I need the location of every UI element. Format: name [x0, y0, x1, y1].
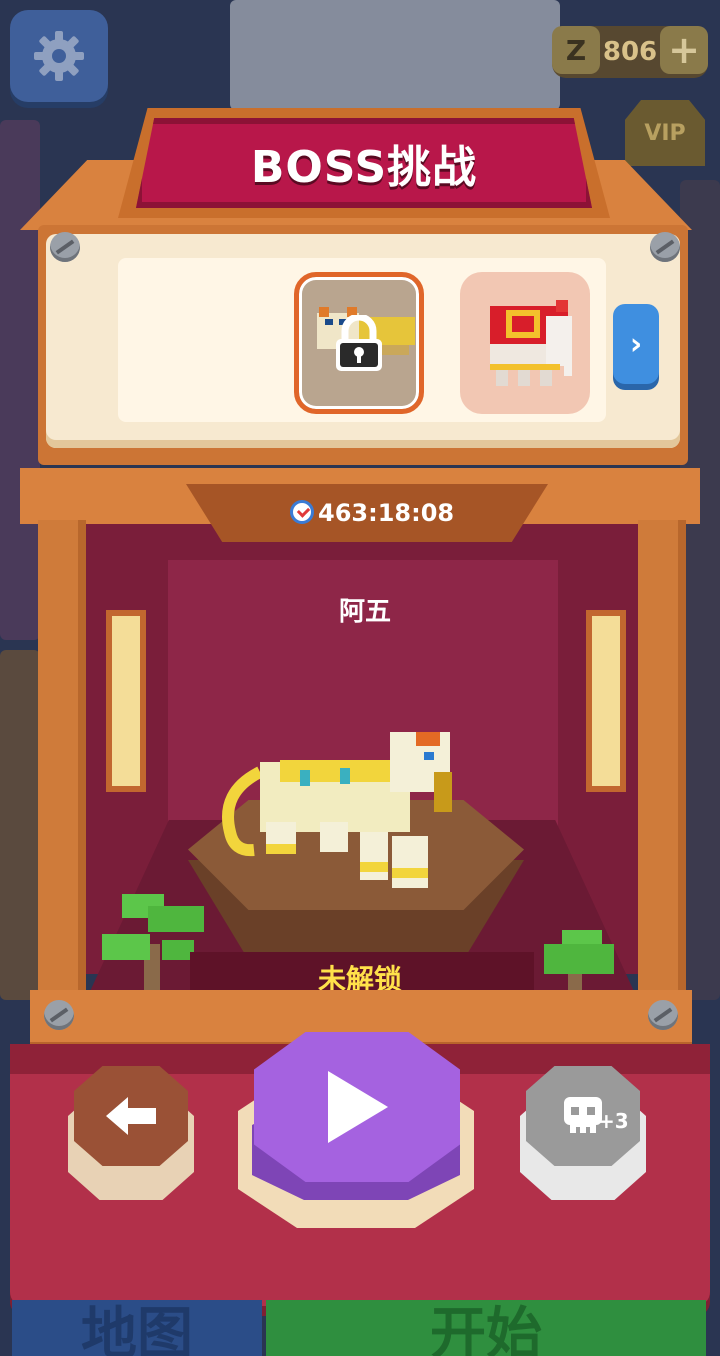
coin-count: 806	[602, 37, 658, 67]
bolt-icon	[44, 1000, 74, 1030]
play-icon	[328, 1071, 388, 1143]
tab-start[interactable]: 开始	[266, 1300, 706, 1356]
page-title: BOSS挑战	[136, 118, 592, 208]
arrow-left-icon	[106, 1097, 156, 1135]
background-block	[230, 0, 560, 110]
skull-count: +3	[598, 1109, 629, 1133]
coin-icon: Z	[552, 26, 600, 74]
bush-right	[544, 930, 614, 994]
bolt-icon	[50, 232, 80, 262]
stage-window-left	[106, 610, 146, 792]
play-button[interactable]	[254, 1032, 460, 1182]
background-block	[0, 120, 40, 640]
timer-icon	[290, 500, 314, 524]
plus-icon: +	[668, 28, 700, 72]
lock-icon	[336, 315, 382, 371]
gear-icon	[34, 31, 84, 81]
bolt-icon	[650, 232, 680, 262]
boss-slot-elephant[interactable]	[460, 272, 590, 414]
background-block	[0, 650, 40, 1000]
boss-name: 阿五	[338, 597, 391, 627]
tab-map[interactable]: 地图	[12, 1300, 262, 1356]
tiger-boss-model	[222, 732, 452, 888]
countdown-timer: 463:18:08	[318, 499, 455, 527]
add-coins-button[interactable]: +	[660, 26, 708, 74]
back-button[interactable]	[74, 1066, 188, 1166]
boss-slot-locked[interactable]	[294, 272, 424, 414]
elephant-portrait-icon	[490, 300, 572, 386]
next-boss-button[interactable]: ›	[613, 304, 659, 384]
chevron-right-icon: ›	[629, 326, 643, 362]
frame-pillar-left	[38, 520, 86, 1000]
frame-pillar-right	[638, 520, 686, 1000]
bolt-icon	[648, 1000, 678, 1030]
settings-button[interactable]	[10, 10, 108, 102]
vip-badge[interactable]: VIP	[625, 100, 705, 166]
stage-window-right	[586, 610, 626, 792]
